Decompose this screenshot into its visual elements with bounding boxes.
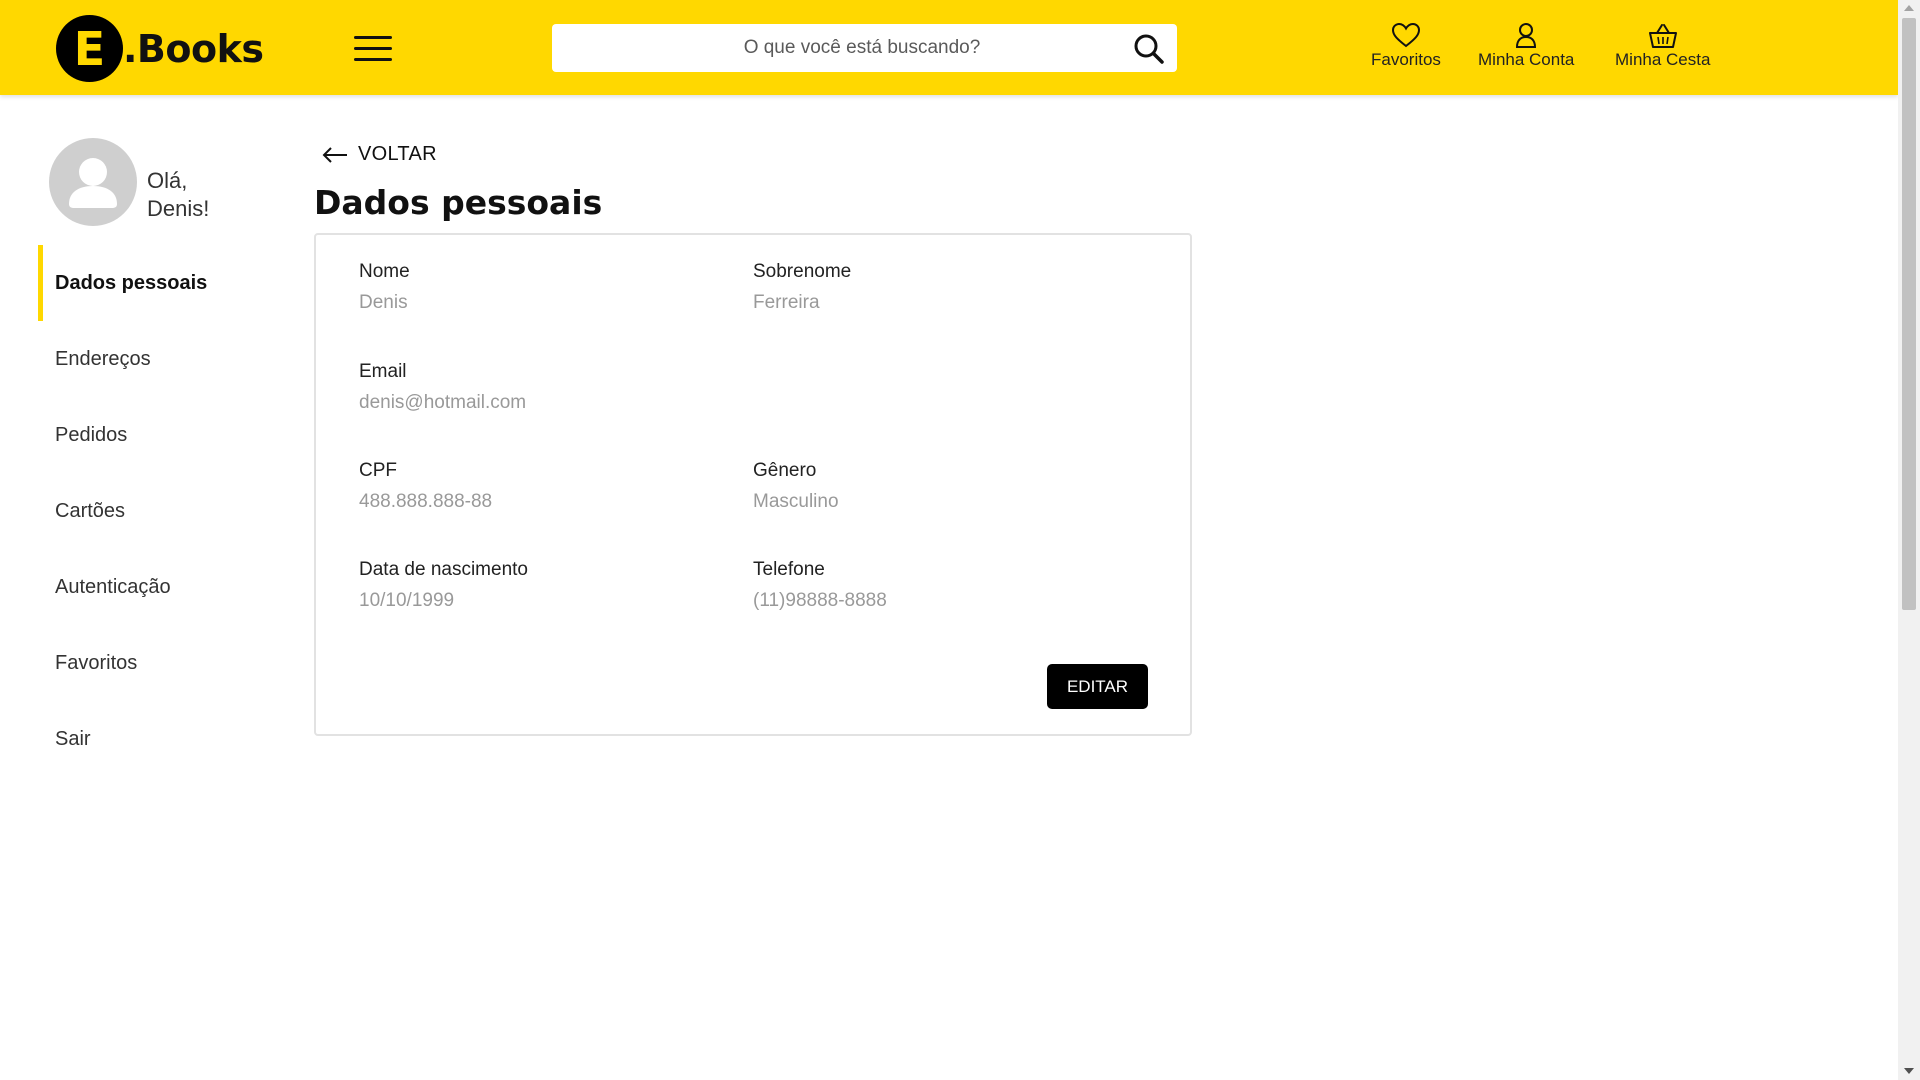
edit-button[interactable]: EDITAR — [1047, 664, 1148, 709]
scroll-down-icon[interactable] — [1904, 1068, 1914, 1074]
sidebar-item-dados-pessoais[interactable]: Dados pessoais — [38, 245, 268, 321]
personal-data-card: Nome Denis Sobrenome Ferreira Email deni… — [314, 233, 1192, 736]
user-avatar-icon — [69, 158, 117, 208]
field-nome-value: Denis — [359, 292, 408, 313]
field-nome-label: Nome — [359, 261, 410, 282]
scrollbar-thumb[interactable] — [1902, 18, 1916, 610]
field-sobrenome-label: Sobrenome — [753, 261, 852, 282]
field-telefone: Telefone (11)98888-8888 — [753, 559, 887, 612]
field-cpf-label: CPF — [359, 460, 397, 481]
logo[interactable]: E .Books — [56, 15, 264, 82]
field-telefone-value: (11)98888-8888 — [753, 590, 887, 611]
field-nascimento-value: 10/10/1999 — [359, 590, 455, 611]
nav-favoritos[interactable]: Favoritos — [1371, 22, 1441, 70]
heart-icon — [1391, 22, 1420, 48]
field-email: Email denis@hotmail.com — [359, 361, 526, 414]
user-icon — [1516, 23, 1537, 48]
sidebar-item-autenticacao[interactable]: Autenticação — [38, 549, 268, 625]
nav-favoritos-label: Favoritos — [1371, 50, 1441, 69]
nav-minha-cesta[interactable]: Minha Cesta — [1615, 22, 1710, 70]
field-email-value: denis@hotmail.com — [359, 392, 527, 413]
sidebar-item-enderecos[interactable]: Endereços — [38, 321, 268, 397]
back-link[interactable]: VOLTAR — [322, 143, 437, 166]
page-title: Dados pessoais — [314, 183, 603, 222]
field-nome: Nome Denis — [359, 261, 410, 314]
arrow-left-icon — [322, 146, 347, 163]
menu-hamburger-icon[interactable] — [354, 36, 392, 62]
sidebar-item-sair[interactable]: Sair — [38, 701, 268, 777]
search-bar — [552, 24, 1177, 72]
nav-minha-cesta-label: Minha Cesta — [1615, 50, 1711, 69]
back-label: VOLTAR — [358, 143, 437, 165]
field-cpf-value: 488.888.888-88 — [359, 491, 493, 512]
field-email-label: Email — [359, 361, 407, 382]
greeting-line-2: Denis! — [147, 196, 210, 221]
search-icon[interactable] — [1133, 33, 1165, 65]
field-genero-label: Gênero — [753, 460, 817, 481]
greeting-line-1: Olá, — [147, 168, 188, 193]
logo-text: .Books — [123, 26, 264, 71]
field-sobrenome: Sobrenome Ferreira — [753, 261, 851, 314]
search-input[interactable] — [552, 24, 1112, 72]
greeting: Olá, Denis! — [147, 167, 209, 223]
field-nascimento-label: Data de nascimento — [359, 559, 528, 580]
avatar — [49, 138, 137, 226]
vertical-scrollbar[interactable] — [1898, 0, 1920, 1080]
field-nascimento: Data de nascimento 10/10/1999 — [359, 559, 528, 612]
field-cpf: CPF 488.888.888-88 — [359, 460, 492, 513]
top-header: E .Books Favoritos Minha Conta — [0, 0, 1898, 95]
basket-icon — [1648, 24, 1677, 48]
nav-minha-conta-label: Minha Conta — [1478, 50, 1575, 69]
scroll-up-icon[interactable] — [1904, 5, 1914, 11]
sidebar-item-cartoes[interactable]: Cartões — [38, 473, 268, 549]
sidebar-item-pedidos[interactable]: Pedidos — [38, 397, 268, 473]
field-telefone-label: Telefone — [753, 559, 825, 580]
nav-minha-conta[interactable]: Minha Conta — [1478, 22, 1574, 70]
account-sidebar-menu: Dados pessoais Endereços Pedidos Cartões… — [38, 245, 268, 777]
sidebar-item-favoritos[interactable]: Favoritos — [38, 625, 268, 701]
field-sobrenome-value: Ferreira — [753, 292, 820, 313]
field-genero-value: Masculino — [753, 491, 839, 512]
field-genero: Gênero Masculino — [753, 460, 839, 513]
logo-circle: E — [56, 15, 123, 82]
